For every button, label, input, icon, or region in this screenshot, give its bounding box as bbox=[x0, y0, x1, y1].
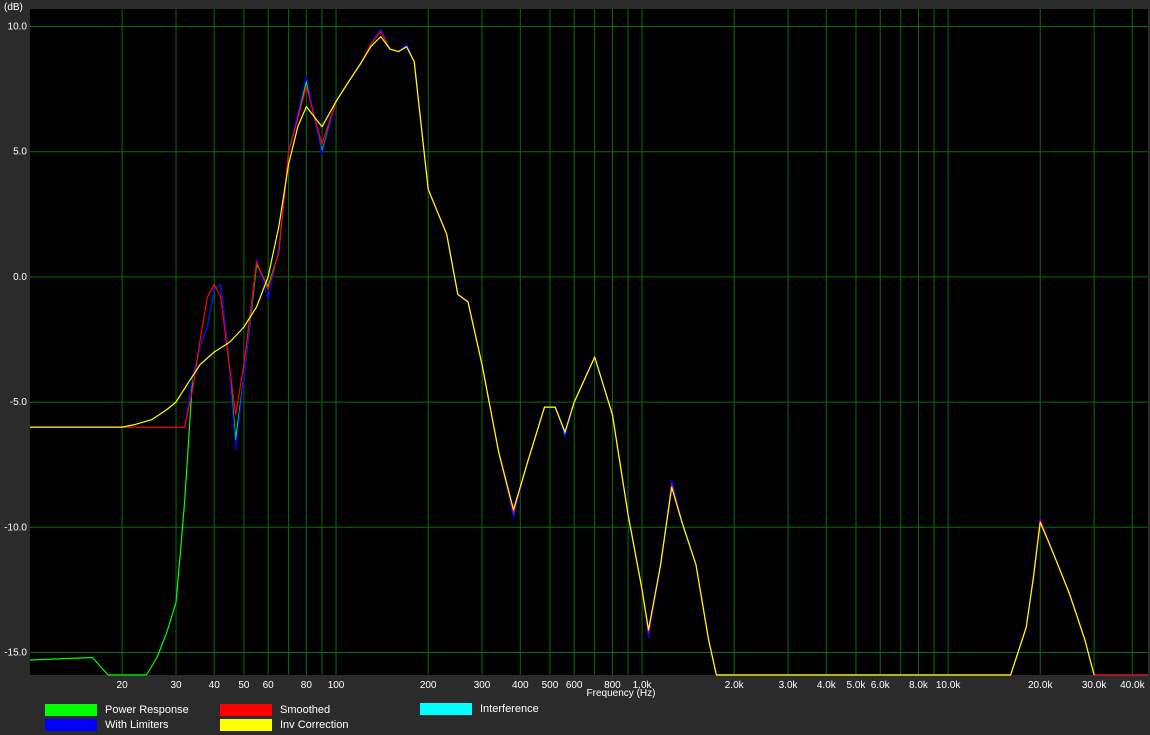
x-tick-label: 30 bbox=[170, 680, 182, 691]
plot-background bbox=[30, 9, 1148, 675]
legend-label-interference: Interference bbox=[480, 703, 539, 715]
y-axis-label: (dB) bbox=[4, 2, 23, 13]
legend-swatch-with-limiters bbox=[45, 719, 97, 731]
legend-label-inv-correction: Inv Correction bbox=[280, 719, 349, 731]
x-tick-label: 500 bbox=[542, 680, 559, 691]
x-tick-label: 60 bbox=[263, 680, 275, 691]
x-tick-label: 40 bbox=[209, 680, 221, 691]
legend-swatch-smoothed bbox=[220, 704, 272, 716]
x-tick-label: 4.0k bbox=[817, 680, 837, 691]
x-tick-label: 600 bbox=[566, 680, 583, 691]
chart-panel: 10.0 5.0 0.0 -5.0 -10.0 -15.0 20 30 40 50 60 80 100… bbox=[0, 0, 1150, 735]
frequency-response-chart: 10.0 5.0 0.0 -5.0 -10.0 -15.0 20 30 40 50 60 80 100… bbox=[4, 2, 1148, 699]
legend-item-smoothed: Smoothed bbox=[220, 702, 330, 718]
x-tick-label: 40.0k bbox=[1120, 680, 1145, 691]
x-tick-label: 10.0k bbox=[936, 680, 961, 691]
y-tick-label: -10.0 bbox=[4, 522, 27, 533]
legend-swatch-interference bbox=[420, 703, 472, 715]
x-tick-label: 300 bbox=[474, 680, 491, 691]
y-tick-labels: 10.0 5.0 0.0 -5.0 -10.0 -15.0 bbox=[4, 22, 27, 659]
legend-label-with-limiters: With Limiters bbox=[105, 719, 169, 731]
x-tick-label: 3.0k bbox=[779, 680, 799, 691]
legend-item-with-limiters: With Limiters bbox=[45, 717, 169, 733]
legend-swatch-power-response bbox=[45, 704, 97, 716]
legend-label-smoothed: Smoothed bbox=[280, 704, 331, 716]
legend-item-power-response: Power Response bbox=[45, 702, 189, 718]
x-tick-label: 2.0k bbox=[725, 680, 745, 691]
x-tick-label: 200 bbox=[420, 680, 437, 691]
y-tick-label: -5.0 bbox=[10, 397, 28, 408]
y-tick-label: 10.0 bbox=[8, 22, 28, 33]
legend-item-inv-correction: Inv Correction bbox=[220, 717, 348, 733]
y-tick-label: 0.0 bbox=[13, 272, 27, 283]
x-tick-label: 100 bbox=[328, 680, 345, 691]
y-tick-label: -15.0 bbox=[4, 647, 27, 658]
x-tick-label: 20.0k bbox=[1028, 680, 1053, 691]
legend: Power Response With Limiters Smoothed In… bbox=[0, 700, 1150, 735]
x-tick-label: 8.0k bbox=[909, 680, 929, 691]
x-tick-label: 80 bbox=[301, 680, 313, 691]
y-tick-label: 5.0 bbox=[13, 147, 27, 158]
x-tick-label: 30.0k bbox=[1082, 680, 1107, 691]
legend-item-interference: Interference bbox=[420, 701, 539, 717]
x-tick-label: 400 bbox=[512, 680, 529, 691]
x-tick-label: 5.0k bbox=[847, 680, 867, 691]
x-tick-label: 6.0k bbox=[871, 680, 891, 691]
x-axis-label: Frequency (Hz) bbox=[587, 688, 656, 699]
legend-swatch-inv-correction bbox=[220, 719, 272, 731]
x-tick-label: 20 bbox=[117, 680, 129, 691]
x-tick-label: 50 bbox=[238, 680, 250, 691]
legend-label-power-response: Power Response bbox=[105, 704, 189, 716]
